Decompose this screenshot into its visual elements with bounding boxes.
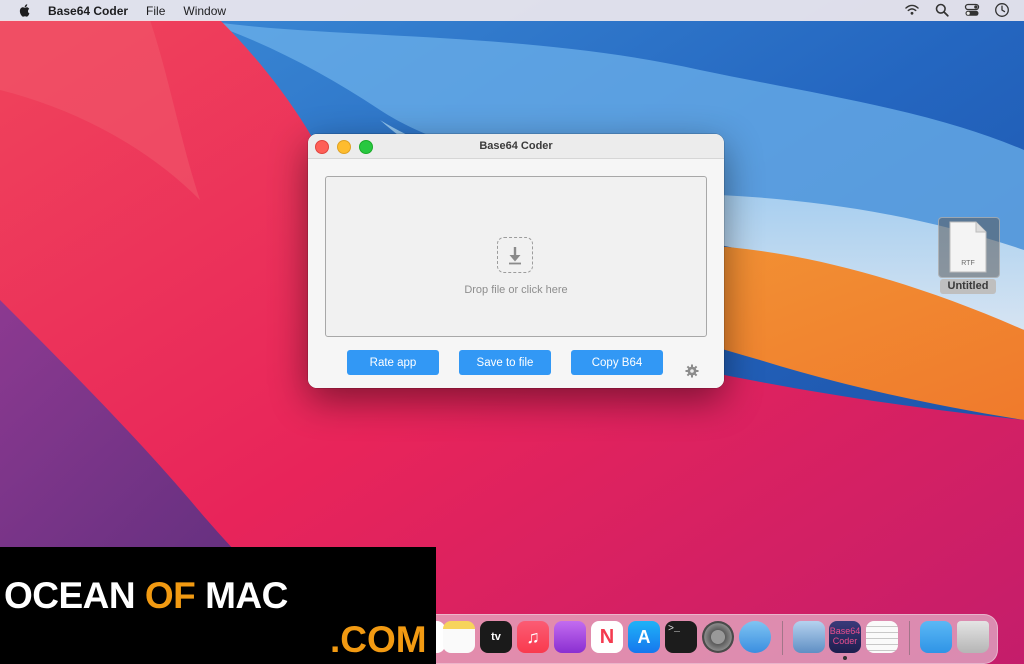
traffic-lights — [315, 140, 373, 154]
rtf-document-icon: RTF — [949, 221, 987, 273]
window-title: Base64 Coder — [479, 140, 553, 152]
copy-b64-button[interactable]: Copy B64 — [571, 350, 663, 375]
desktop-file-untitled[interactable]: RTF Untitled — [937, 216, 1000, 296]
watermark-line-1: OCEAN OF MAC — [4, 575, 288, 617]
textedit-icon[interactable] — [866, 621, 898, 653]
clock-icon[interactable] — [994, 2, 1010, 18]
dock-separator — [782, 621, 783, 655]
watermark-line-2: .COM — [330, 619, 427, 660]
watermark: OCEAN OF MAC .COM — [0, 547, 436, 664]
minimize-window-button[interactable] — [337, 140, 351, 154]
notes-icon[interactable] — [443, 621, 475, 653]
system-preferences-icon[interactable] — [702, 621, 734, 653]
menu-bar: Base64 Coder File Window — [0, 0, 1024, 21]
apple-tv-icon[interactable]: tv — [480, 621, 512, 653]
trash-icon[interactable] — [957, 621, 989, 653]
base64-coder-window: Base64 Coder Drop file or click here Rat… — [308, 134, 724, 388]
running-indicator — [843, 656, 847, 660]
altitude-app-icon[interactable] — [739, 621, 771, 653]
watermark-of: OF — [144, 575, 196, 616]
menu-file[interactable]: File — [146, 4, 165, 18]
window-titlebar[interactable]: Base64 Coder — [308, 134, 724, 159]
download-arrow-icon — [497, 237, 533, 273]
save-to-file-button[interactable]: Save to file — [459, 350, 551, 375]
menu-status-area — [904, 2, 1010, 18]
watermark-mac: MAC — [205, 575, 288, 616]
preview-icon[interactable] — [793, 621, 825, 653]
desktop-file-name: Untitled — [940, 279, 996, 294]
file-drop-zone[interactable]: Drop file or click here — [325, 176, 707, 337]
drop-zone-label: Drop file or click here — [464, 284, 568, 296]
apple-logo-icon[interactable] — [17, 3, 31, 18]
search-icon[interactable] — [934, 2, 950, 18]
terminal-icon[interactable]: >_ — [665, 621, 697, 653]
dock-separator — [909, 621, 910, 655]
menu-window[interactable]: Window — [183, 4, 226, 18]
base64-coder-icon[interactable]: Base64 Coder — [829, 621, 861, 653]
window-content: Drop file or click here Rate app Save to… — [308, 159, 724, 388]
app-store-icon[interactable]: A — [628, 621, 660, 653]
wifi-icon[interactable] — [904, 2, 920, 18]
gear-icon[interactable] — [685, 364, 699, 378]
rate-app-button[interactable]: Rate app — [347, 350, 439, 375]
downloads-folder-icon[interactable] — [920, 621, 952, 653]
rtf-type-label: RTF — [961, 260, 974, 267]
close-window-button[interactable] — [315, 140, 329, 154]
music-icon[interactable]: ♫ — [517, 621, 549, 653]
control-center-icon[interactable] — [964, 2, 980, 18]
menu-app-name[interactable]: Base64 Coder — [48, 4, 128, 18]
news-icon[interactable]: N — [591, 621, 623, 653]
podcasts-icon[interactable] — [554, 621, 586, 653]
zoom-window-button[interactable] — [359, 140, 373, 154]
watermark-ocean: OCEAN — [4, 575, 136, 616]
